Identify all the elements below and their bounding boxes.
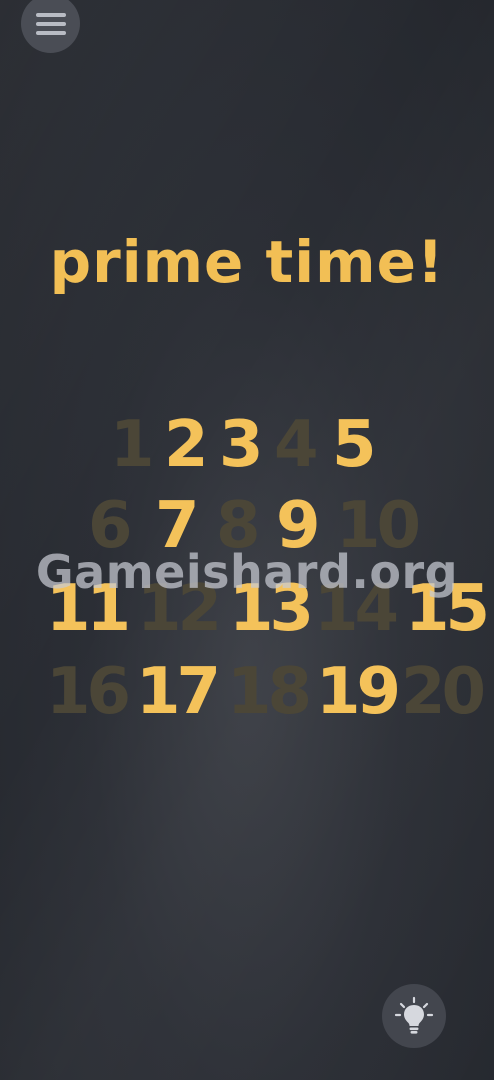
number-tile-3[interactable]: 3	[219, 413, 263, 477]
number-tile-6[interactable]: 6	[88, 494, 132, 558]
number-tile-9[interactable]: 9	[276, 494, 320, 558]
lightbulb-hint-icon	[394, 996, 434, 1034]
number-tile-14[interactable]: 14	[314, 577, 399, 641]
number-tile-2[interactable]: 2	[164, 413, 208, 477]
number-tile-11[interactable]: 11	[46, 577, 131, 641]
number-tile-15[interactable]: 15	[405, 577, 490, 641]
number-tile-12[interactable]: 12	[137, 577, 222, 641]
hint-button[interactable]	[382, 984, 446, 1048]
number-tile-16[interactable]: 16	[46, 660, 131, 724]
number-tile-10[interactable]: 10	[336, 494, 421, 558]
number-tile-13[interactable]: 13	[229, 577, 314, 641]
number-tile-18[interactable]: 18	[227, 660, 312, 724]
number-tile-20[interactable]: 20	[401, 660, 486, 724]
number-tile-1[interactable]: 1	[110, 413, 154, 477]
number-tile-17[interactable]: 17	[136, 660, 221, 724]
number-tile-5[interactable]: 5	[332, 413, 376, 477]
number-tile-8[interactable]: 8	[216, 494, 260, 558]
puzzle-title: prime time!	[49, 228, 445, 296]
number-tile-4[interactable]: 4	[274, 413, 318, 477]
hamburger-menu-icon	[35, 12, 66, 35]
menu-button[interactable]	[21, 0, 80, 53]
number-tile-19[interactable]: 19	[316, 660, 401, 724]
number-tile-7[interactable]: 7	[155, 494, 199, 558]
